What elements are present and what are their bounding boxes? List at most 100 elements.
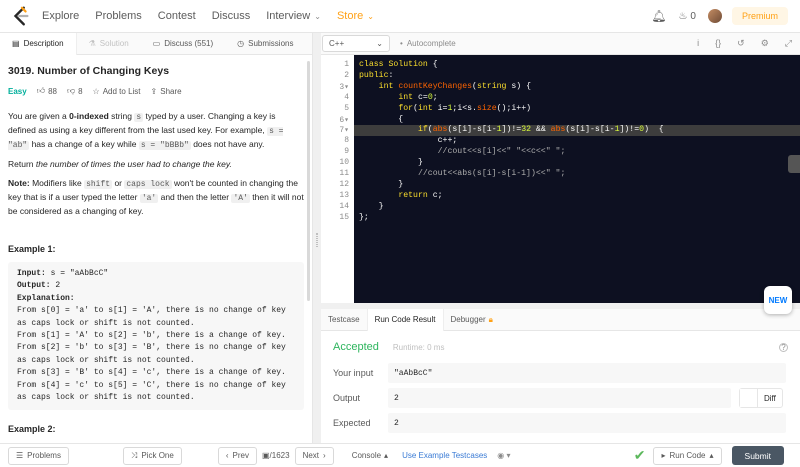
code-line-9: //cout<<s[i]<<" "<<c<<" "; <box>437 147 566 156</box>
info-icon[interactable]: i <box>697 38 699 49</box>
line-number: 14 <box>339 202 349 211</box>
problem-tabs: ▤ Description ⚗ Solution ▭ Discuss (551)… <box>0 32 312 55</box>
code-editor[interactable]: 1 2 3▾ 4 5 6▾ 7▾ 8 9 10 11 12 13 14 15 clas… <box>321 55 800 314</box>
checkmark-icon: ✔ <box>633 447 646 463</box>
settings-icon[interactable]: ⚙ <box>761 38 769 49</box>
prev-button[interactable]: ‹ Prev <box>217 446 257 465</box>
tab-solution-label: Solution <box>99 39 129 48</box>
text: and then the letter <box>158 192 232 202</box>
fullscreen-icon[interactable]: ⤢ <box>785 38 792 49</box>
tab-testcase[interactable]: Testcase <box>321 309 367 331</box>
help-circle-icon[interactable]: ◉ ▾ <box>497 451 510 460</box>
nav-contest[interactable]: Contest <box>158 10 196 22</box>
line-number: 1 <box>344 60 349 69</box>
code-line-1: class Solution { <box>359 60 438 69</box>
code-line-2: public: <box>359 71 394 80</box>
editor-panel: C++ ⌄ • Autocomplete i {} ↺ ⚙ ⤢ 1 2 3▾ 4 … <box>321 33 800 443</box>
tab-description[interactable]: ▤ Description <box>0 32 77 55</box>
inline-code: s = "bBBb" <box>138 141 191 150</box>
page-indicator[interactable]: ▣/1623 <box>262 451 290 460</box>
use-example-testcases-link[interactable]: Use Example Testcases <box>402 451 487 460</box>
premium-button[interactable]: Premium <box>731 7 788 25</box>
problems-button[interactable]: ☰ Problems <box>8 446 69 465</box>
drag-handle-icon <box>316 233 318 247</box>
code-line-10: } <box>359 158 423 167</box>
nav-discuss[interactable]: Discuss <box>212 10 251 22</box>
tab-debugger[interactable]: Debugger 🔒︎ <box>444 309 500 331</box>
text-bold: Note: <box>8 178 30 188</box>
caret-icon: ▴ <box>384 451 389 460</box>
line-number: 2 <box>344 71 349 80</box>
problems-label: Problems <box>27 451 61 460</box>
text: does not have any. <box>190 139 265 149</box>
language-select[interactable]: C++ ⌄ <box>322 35 390 52</box>
flask-icon: ⚗ <box>88 39 96 48</box>
submit-button[interactable]: Submit <box>731 446 784 465</box>
tab-solution[interactable]: ⚗ Solution <box>77 33 141 55</box>
diff-label: Diff <box>764 393 776 403</box>
line-number: 11 <box>339 169 349 178</box>
line-number: 3▾ <box>339 83 349 92</box>
inline-code: caps lock <box>124 180 172 189</box>
inline-code: shift <box>84 180 113 189</box>
streak-counter[interactable]: ♨ 0 <box>678 11 696 22</box>
expected-value: 2 <box>388 413 786 433</box>
diff-toggle[interactable]: Diff <box>739 388 783 408</box>
status-accepted: Accepted <box>333 341 379 353</box>
inline-code: 'a' <box>139 194 159 203</box>
vertical-splitter[interactable] <box>313 33 321 443</box>
code-line-12: } <box>359 180 404 189</box>
like-button[interactable]: 👍︎ 88 <box>37 86 57 96</box>
tab-discuss[interactable]: ▭ Discuss (551) <box>141 33 225 55</box>
code-area[interactable]: class Solution { public: int countKeyCha… <box>354 55 800 303</box>
dot-icon: • <box>400 39 403 48</box>
page-count: /1623 <box>269 451 290 460</box>
new-feature-button[interactable]: NEW <box>764 286 792 314</box>
streak-count: 0 <box>690 10 696 22</box>
your-input-row: Your input "aAbBcC" <box>333 363 788 383</box>
line-number: 6▾ <box>339 116 349 125</box>
chevron-down-icon: ⌄ <box>314 11 321 21</box>
chat-icon: ▭ <box>152 39 161 48</box>
example-input: s = "aAbBcC" <box>45 269 109 278</box>
next-button[interactable]: Next › <box>294 446 334 465</box>
nav-store[interactable]: Store ⌄ <box>337 10 374 22</box>
text: Return <box>8 159 36 169</box>
tab-submissions[interactable]: ◷ Submissions <box>225 33 305 55</box>
run-code-button[interactable]: ▸ Run Code ▴ <box>653 446 722 465</box>
help-icon[interactable]: ? <box>779 342 788 352</box>
avatar[interactable] <box>707 9 722 23</box>
your-input-value: "aAbBcC" <box>388 363 786 383</box>
like-count: 88 <box>48 86 57 96</box>
code-line-4: int c=0; <box>398 93 438 102</box>
nav-problems[interactable]: Problems <box>95 10 141 22</box>
caret-icon: ▴ <box>709 451 714 460</box>
top-navbar: Explore Problems Contest Discuss Intervi… <box>0 0 800 33</box>
braces-icon[interactable]: {} <box>715 38 721 49</box>
line-number: 7▾ <box>339 126 349 135</box>
share-button[interactable]: ⇪ Share <box>151 87 182 96</box>
tab-run-code-result[interactable]: Run Code Result <box>366 308 444 331</box>
example-1-block: Input: s = "aAbBcC" Output: 2 Explanatio… <box>8 262 304 411</box>
line-number: 13 <box>339 191 349 200</box>
console-toggle[interactable]: Console ▴ <box>352 451 388 460</box>
code-line-3: int countKeyChanges(string s) { <box>378 82 532 91</box>
dislike-button[interactable]: 👎︎ 8 <box>67 86 83 96</box>
tab-description-label: Description <box>23 39 64 48</box>
share-label: Share <box>160 86 182 96</box>
bell-icon[interactable]: 🔔︎ <box>651 9 666 23</box>
add-to-list-button[interactable]: ☆ Add to List <box>93 87 141 96</box>
toggle-switch[interactable] <box>740 389 758 407</box>
description-scrollbar[interactable] <box>307 61 310 301</box>
nav-interview[interactable]: Interview ⌄ <box>266 10 321 22</box>
nav-explore[interactable]: Explore <box>42 10 79 22</box>
fire-icon: ♨ <box>678 10 688 22</box>
line-number: 4 <box>344 93 349 102</box>
leetcode-logo-icon[interactable] <box>10 5 32 27</box>
pick-one-button[interactable]: ⤨ Pick One <box>122 446 182 465</box>
chevron-right-icon: › <box>323 451 326 460</box>
result-body: Accepted Runtime: 0 ms ? Your input "aAb… <box>321 341 800 433</box>
autocomplete-toggle[interactable]: • Autocomplete <box>400 39 456 48</box>
side-panel-tab[interactable] <box>788 155 800 173</box>
reset-icon[interactable]: ↺ <box>737 38 745 49</box>
